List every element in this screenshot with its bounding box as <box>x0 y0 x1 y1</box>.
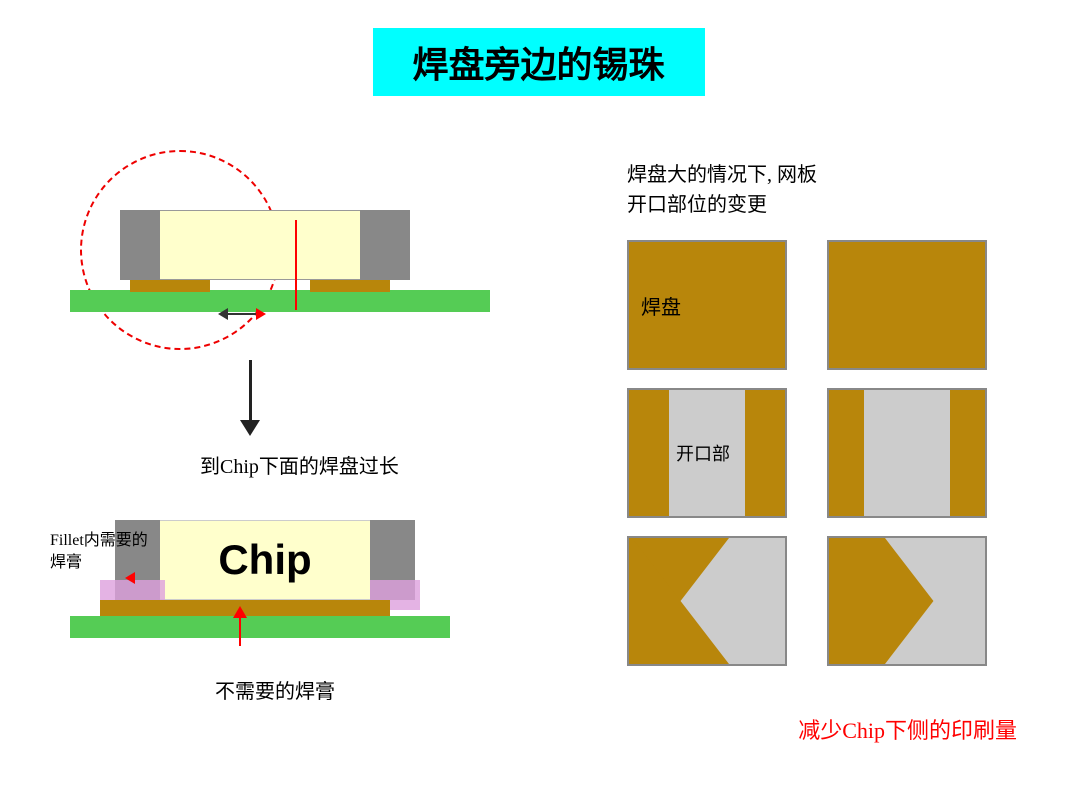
top-diagram <box>70 130 490 360</box>
arrow-h-line <box>228 313 256 315</box>
red-arrow-up <box>233 606 247 646</box>
down-arrow <box>240 360 260 436</box>
down-arrow-head <box>240 420 260 436</box>
grid-cell-open-right <box>827 388 987 518</box>
chip-label-box: Chip <box>155 520 375 600</box>
triangle-bottom-right <box>885 536 985 664</box>
bottom-red-caption: 减少Chip下侧的印刷量 <box>798 713 1017 745</box>
page-title: 焊盘旁边的锡珠 <box>372 28 704 96</box>
pcb-board-bottom <box>70 616 450 638</box>
grid-cell-tri-right <box>827 536 987 666</box>
left-section: 到Chip下面的焊盘过长 Chip Fillet内需要的 焊膏 不需要 <box>40 130 530 360</box>
caption-unwanted-paste: 不需要的焊膏 <box>215 675 335 704</box>
pad-right-top <box>310 278 390 292</box>
chip-label-text: Chip <box>218 536 311 584</box>
arrow-left-indicator <box>218 308 228 320</box>
open-label: 开口部 <box>676 440 730 466</box>
diagram-grid: 焊盘 开口部 <box>627 240 997 666</box>
caption-pad-toolong: 到Chip下面的焊盘过长 <box>200 450 399 479</box>
grid-cell-tri-left <box>627 536 787 666</box>
chip-body-top <box>150 210 370 280</box>
electrode-left-top <box>120 210 160 280</box>
pad-label: 焊盘 <box>641 291 681 320</box>
grid-cell-pad-left: 焊盘 <box>627 240 787 370</box>
red-marker-line <box>295 220 297 310</box>
electrode-right-top <box>360 210 410 280</box>
grid-cell-open-left: 开口部 <box>627 388 787 518</box>
fillet-label: Fillet内需要的 焊膏 <box>50 530 148 575</box>
down-arrow-line <box>249 360 252 420</box>
arrow-right-indicator <box>256 308 266 320</box>
grid-cell-pad-right <box>827 240 987 370</box>
pad-left-top <box>130 278 210 292</box>
triangle-bottom-left <box>629 536 729 664</box>
pcb-board-top <box>70 290 490 312</box>
right-section: 焊盘大的情况下, 网板 开口部位的变更 焊盘 开口部 <box>627 160 1017 666</box>
right-caption: 焊盘大的情况下, 网板 开口部位的变更 <box>627 160 1017 220</box>
